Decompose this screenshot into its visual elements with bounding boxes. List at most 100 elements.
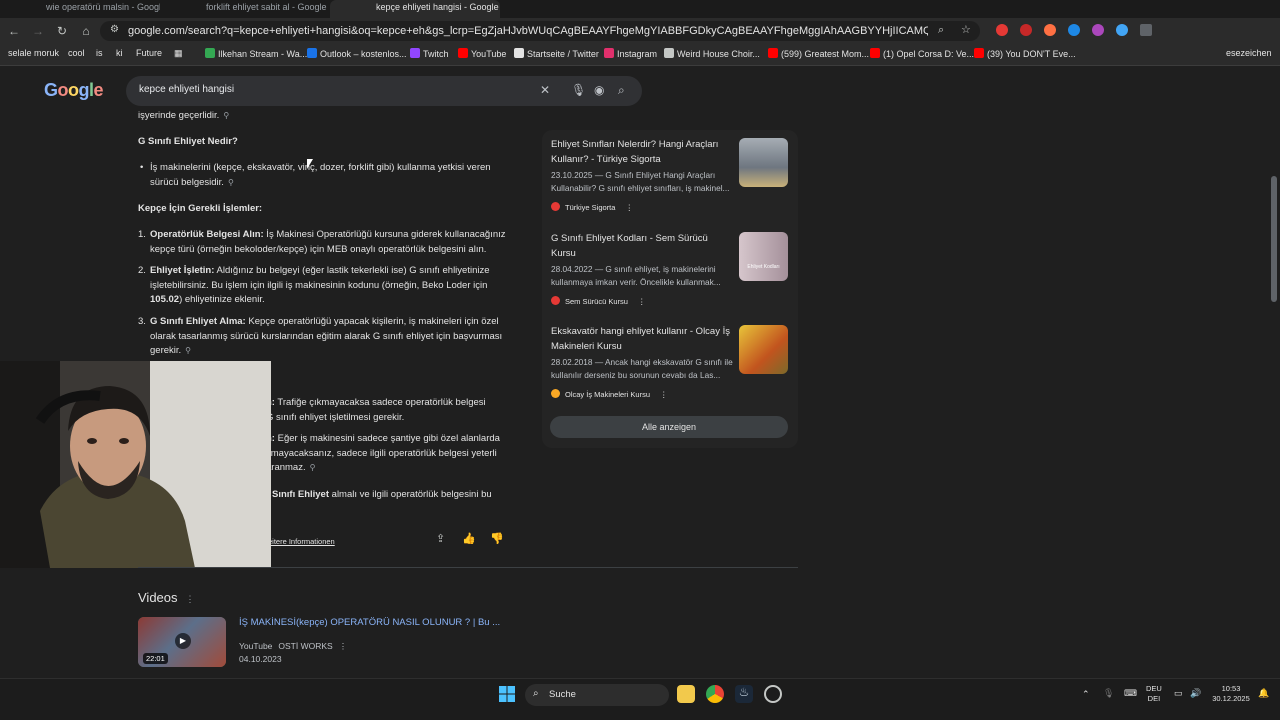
step-text: kepçe türü (örneğin bekoloder/kepçe) içi…	[150, 244, 487, 255]
steam-icon[interactable]: ♨	[735, 685, 753, 703]
source-snippet: 28.02.2018 — Ancak hangi ekskavatör G sı…	[551, 357, 733, 380]
bookmark[interactable]: YouTube	[458, 48, 506, 59]
share-icon[interactable]: ⇪	[436, 532, 445, 547]
more-info-link[interactable]: eitere Informationen	[268, 535, 335, 550]
bookmark[interactable]: Weird House Choir...	[664, 48, 760, 59]
sources-panel: Ehliyet Sınıfları Nelerdir? Hangi Araçla…	[542, 130, 798, 448]
step-title: G Sınıfı Ehliyet Alma:	[150, 316, 246, 327]
source-title[interactable]: G Sınıfı Ehliyet Kodları - Sem Sürücü Ku…	[551, 232, 731, 261]
search-input[interactable]: kepce ehliyeti hangisi ✕ 🎙 ◉ ⌕	[126, 76, 642, 106]
partial-line: n: Eğer iş makinesini sadece şantiye gib…	[266, 432, 500, 447]
more-vert-icon[interactable]: ⋮	[625, 203, 633, 212]
extension-icon[interactable]	[996, 24, 1008, 36]
search-icon[interactable]: ⌕	[618, 83, 625, 98]
extension-icon[interactable]	[1116, 24, 1128, 36]
clear-icon[interactable]: ✕	[540, 83, 550, 97]
taskbar-search[interactable]: ⌕ Suche	[525, 684, 669, 706]
app-icon[interactable]	[764, 685, 782, 703]
bookmark-label: Outlook – kostenlos...	[320, 49, 407, 59]
microphone-icon[interactable]: 🎙	[571, 83, 586, 97]
bookmark[interactable]: cool	[68, 48, 85, 58]
more-vert-icon[interactable]: ⋮	[339, 641, 348, 651]
volume-icon[interactable]: 🔊	[1190, 688, 1201, 698]
thumbs-up-icon[interactable]: 👍	[462, 532, 476, 547]
windows-start-icon[interactable]	[498, 685, 516, 703]
clock-date: 30.12.2025	[1212, 694, 1250, 703]
source-site: Sem Sürücü Kursu ⋮	[551, 296, 645, 306]
bookmark[interactable]: (39) You DON'T Eve...	[974, 48, 1076, 59]
step-number: 3.	[138, 316, 146, 327]
bookmark-star-icon[interactable]: ☆	[961, 23, 971, 36]
language-indicator[interactable]: DEU DEI	[1146, 684, 1162, 704]
video-title-link[interactable]: İŞ MAKİNESİ(kepçe) OPERATÖRÜ NASIL OLUNU…	[239, 617, 500, 628]
step-line: G Sınıfı Ehliyet Alma: Kepçe operatörlüğ…	[150, 315, 499, 330]
source-title[interactable]: Ekskavatör hangi ehliyet kullanır - Olca…	[551, 325, 731, 354]
scrollbar-thumb[interactable]	[1271, 176, 1277, 302]
forward-icon[interactable]: →	[30, 23, 46, 39]
partial-bold: Sınıfı Ehliyet	[272, 489, 330, 500]
address-bar[interactable]: ⚙ google.com/search?q=kepce+ehliyeti+han…	[100, 21, 980, 41]
home-icon[interactable]: ⌂	[78, 23, 94, 39]
partial-line: aranmaz. ⚲	[266, 461, 315, 476]
thumbs-down-icon[interactable]: 👎	[490, 532, 504, 547]
notifications-icon[interactable]: 🔔	[1258, 688, 1269, 698]
extension-icon[interactable]	[1044, 24, 1056, 36]
tab-3-active[interactable]: kepçe ehliyeti hangisi - Google	[330, 0, 500, 18]
video-thumbnail[interactable]: ▶ 22:01	[138, 617, 226, 667]
bookmark[interactable]: ki	[116, 48, 123, 58]
tab-2[interactable]: forklift ehliyet sabit al - Google	[160, 0, 330, 18]
chrome-icon[interactable]	[706, 685, 724, 703]
keyboard-icon[interactable]: ⌨	[1124, 688, 1137, 698]
back-icon[interactable]: ←	[6, 23, 22, 39]
partial-text: Eğer iş makinesini sadece şantiye gibi ö…	[274, 433, 500, 444]
x-twitter-icon	[514, 48, 524, 58]
extension-icon[interactable]	[1092, 24, 1104, 36]
link-icon[interactable]: ⚲	[310, 463, 316, 472]
search-query-text[interactable]: kepce ehliyeti hangisi	[139, 84, 234, 95]
extension-icon[interactable]	[1068, 24, 1080, 36]
tray-overflow-icon[interactable]: ⌃	[1082, 689, 1090, 699]
search-icon[interactable]: ⌕	[938, 24, 944, 37]
clock[interactable]: 10:53 30.12.2025	[1210, 684, 1252, 704]
link-icon[interactable]: ⚲	[228, 178, 234, 187]
file-explorer-icon[interactable]	[677, 685, 695, 703]
bookmark[interactable]: is	[96, 48, 103, 58]
network-icon[interactable]: ▭	[1174, 688, 1183, 698]
browser-toolbar: ← → ↻ ⌂ ⚙ google.com/search?q=kepce+ehli…	[0, 18, 1280, 44]
bookmark[interactable]: Outlook – kostenlos...	[307, 48, 407, 59]
step-title: Operatörlük Belgesi Alın:	[150, 229, 264, 240]
show-all-button[interactable]: Alle anzeigen	[550, 416, 788, 438]
source-title[interactable]: Ehliyet Sınıfları Nelerdir? Hangi Araçla…	[551, 138, 731, 167]
more-vert-icon[interactable]: ⋮	[638, 297, 646, 306]
google-logo[interactable]: Google	[44, 80, 104, 101]
tab-1[interactable]: wie operatörü malsin - Google	[0, 0, 160, 18]
bookmark[interactable]: Ilkehan Stream - Wa...	[205, 48, 307, 59]
bookmark-label: (39) You DON'T Eve...	[987, 49, 1076, 59]
link-icon[interactable]: ⚲	[223, 111, 229, 120]
bookmark[interactable]: (1) Opel Corsa D: Ve...	[870, 48, 974, 59]
link-icon[interactable]: ⚲	[185, 346, 191, 355]
lens-camera-icon[interactable]: ◉	[594, 83, 604, 97]
microphone-icon[interactable]: 🎙	[1103, 688, 1114, 698]
site-info-icon[interactable]: ⚙	[110, 24, 119, 35]
bookmark[interactable]: Instagram	[604, 48, 657, 59]
apps-grid-icon[interactable]: ▦	[174, 48, 183, 59]
all-bookmarks[interactable]: esezeichen	[1226, 48, 1272, 58]
bookmark[interactable]: selale moruk	[8, 48, 59, 58]
source-thumbnail[interactable]	[739, 138, 788, 187]
bookmark[interactable]: (599) Greatest Mom...	[768, 48, 869, 59]
more-vert-icon[interactable]: ⋮	[660, 390, 668, 399]
source-thumbnail[interactable]	[739, 325, 788, 374]
bookmark[interactable]: Twitch	[410, 48, 449, 59]
url-text[interactable]: google.com/search?q=kepce+ehliyeti+hangi…	[128, 25, 928, 37]
reload-icon[interactable]: ↻	[54, 23, 70, 39]
play-icon[interactable]: ▶	[175, 633, 191, 649]
bookmark[interactable]: Future	[136, 48, 162, 58]
windows-logo-icon	[499, 686, 515, 702]
source-thumbnail[interactable]: Ehliyet Kodları	[739, 232, 788, 281]
more-vert-icon[interactable]: ⋮	[186, 594, 195, 604]
bookmark[interactable]: Startseite / Twitter	[514, 48, 599, 59]
extensions-puzzle-icon[interactable]	[1140, 24, 1152, 36]
extension-icon[interactable]	[1020, 24, 1032, 36]
partial-text: kmayacaksanız, sadece ilgili operatörlük…	[266, 448, 497, 459]
